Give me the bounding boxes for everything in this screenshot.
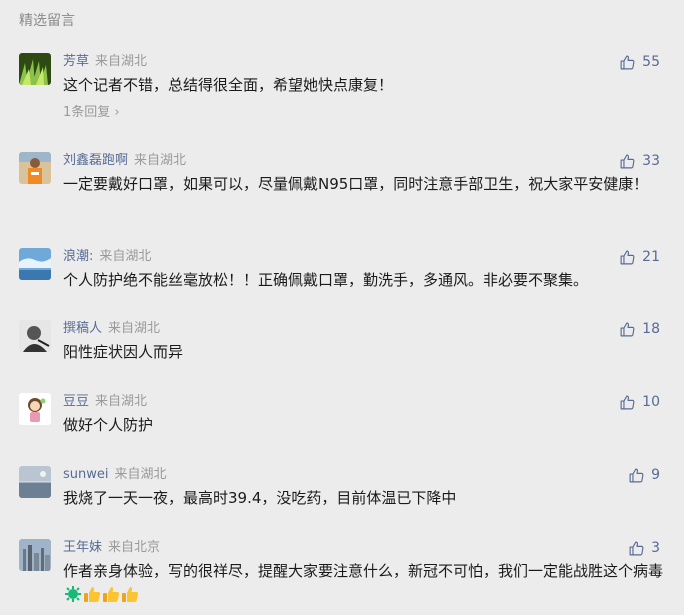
thumbs-up-emoji xyxy=(121,585,139,610)
comment-item: 刘鑫磊跑啊 来自湖北 33 一定要戴好口罩，如果可以，尽量佩戴N95口罩，同时注意… xyxy=(0,152,684,222)
comment-location: 来自湖北 xyxy=(134,153,187,168)
comment-meta: sunwei 来自湖北 xyxy=(63,466,167,484)
like-count: 33 xyxy=(642,153,660,169)
thumbs-up-icon xyxy=(619,394,636,411)
comment-item: sunwei 来自湖北 9 我烧了一天一夜，最高时39.4，没吃药，目前体温已下降… xyxy=(0,466,684,511)
comment-text: 作者亲身体验，写的很祥尽，提醒大家要注意什么，新冠不可怕，我们一定能战胜这个病毒 xyxy=(63,559,663,610)
comment-location: 来自湖北 xyxy=(95,54,148,69)
comment-item: 王年妹 来自北京 3 作者亲身体验，写的很祥尽，提醒大家要注意什么，新冠不可怕，我… xyxy=(0,539,684,609)
author-name[interactable]: 王年妹 xyxy=(63,540,102,555)
author-name[interactable]: 刘鑫磊跑啊 xyxy=(63,153,128,168)
comment-location: 来自湖北 xyxy=(99,249,152,264)
thumbs-up-icon xyxy=(619,153,636,170)
comment-location: 来自湖北 xyxy=(95,394,148,409)
like-button[interactable]: 9 xyxy=(628,466,660,484)
author-name[interactable]: 豆豆 xyxy=(63,394,89,409)
section-title: 精选留言 xyxy=(19,13,75,29)
like-button[interactable]: 21 xyxy=(619,248,660,266)
thumbs-up-icon xyxy=(628,540,645,557)
thumbs-up-emoji xyxy=(102,585,120,610)
like-count: 18 xyxy=(642,321,660,337)
comment-location: 来自湖北 xyxy=(114,467,167,482)
avatar[interactable] xyxy=(19,248,51,280)
comment-meta: 王年妹 来自北京 xyxy=(63,539,160,557)
like-button[interactable]: 33 xyxy=(619,152,660,170)
comment-text: 这个记者不错，总结得很全面，希望她快点康复！ xyxy=(63,76,394,94)
comment-meta: 撰稿人 来自湖北 xyxy=(63,320,160,338)
thumbs-up-icon xyxy=(619,54,636,71)
virus-emoji xyxy=(64,585,82,610)
avatar[interactable] xyxy=(19,393,51,425)
comment-item: 撰稿人 来自湖北 18 阳性症状因人而异 xyxy=(0,320,684,365)
like-count: 10 xyxy=(642,394,660,410)
thumbs-up-emoji xyxy=(83,585,101,610)
comment-meta: 刘鑫磊跑啊 来自湖北 xyxy=(63,152,186,170)
like-button[interactable]: 18 xyxy=(619,320,660,338)
comment-meta: 豆豆 来自湖北 xyxy=(63,393,147,411)
like-count: 21 xyxy=(642,249,660,265)
like-button[interactable]: 3 xyxy=(628,539,660,557)
comment-location: 来自湖北 xyxy=(108,321,161,336)
author-name[interactable]: 浪潮: xyxy=(63,249,93,264)
thumbs-up-icon xyxy=(619,249,636,266)
comment-item: 浪潮: 来自湖北 21 个人防护绝不能丝毫放松！！正确佩戴口罩，勤洗手，多通风。非… xyxy=(0,248,684,293)
chevron-right-icon: › xyxy=(110,105,120,120)
comment-text-content: 作者亲身体验，写的很祥尽，提醒大家要注意什么，新冠不可怕，我们一定能战胜这个病毒 xyxy=(63,562,664,580)
like-button[interactable]: 10 xyxy=(619,393,660,411)
replies-count: 1条回复 xyxy=(63,105,111,120)
comment-location: 来自北京 xyxy=(108,540,161,555)
comment-text: 阳性症状因人而异 xyxy=(63,343,184,361)
like-count: 55 xyxy=(642,54,660,70)
comment-item: 豆豆 来自湖北 10 做好个人防护 xyxy=(0,393,684,438)
avatar[interactable] xyxy=(19,466,51,498)
comment-text: 一定要戴好口罩，如果可以，尽量佩戴N95口罩，同时注意手部卫生，祝大家平安健康！ xyxy=(63,175,649,193)
like-count: 9 xyxy=(651,467,660,483)
like-button[interactable]: 55 xyxy=(619,53,660,71)
author-name[interactable]: 芳草 xyxy=(63,54,89,69)
comment-text: 个人防护绝不能丝毫放松！！正确佩戴口罩，勤洗手，多通风。非必要不聚集。 xyxy=(63,271,589,289)
avatar[interactable] xyxy=(19,53,51,85)
comment-text: 做好个人防护 xyxy=(63,416,154,434)
avatar[interactable] xyxy=(19,320,51,352)
comment-meta: 浪潮: 来自湖北 xyxy=(63,248,151,266)
comment-meta: 芳草 来自湖北 xyxy=(63,53,147,71)
replies-link[interactable]: 1条回复 › xyxy=(63,101,120,120)
avatar[interactable] xyxy=(19,152,51,184)
author-name[interactable]: 撰稿人 xyxy=(63,321,102,336)
avatar[interactable] xyxy=(19,539,51,571)
author-name[interactable]: sunwei xyxy=(63,467,109,482)
thumbs-up-icon xyxy=(628,467,645,484)
comment-item: 芳草 来自湖北 55 这个记者不错，总结得很全面，希望她快点康复！ 1条回复 › xyxy=(0,53,684,123)
like-count: 3 xyxy=(651,540,660,556)
thumbs-up-icon xyxy=(619,321,636,338)
comment-text: 我烧了一天一夜，最高时39.4，没吃药，目前体温已下降中 xyxy=(63,489,457,507)
